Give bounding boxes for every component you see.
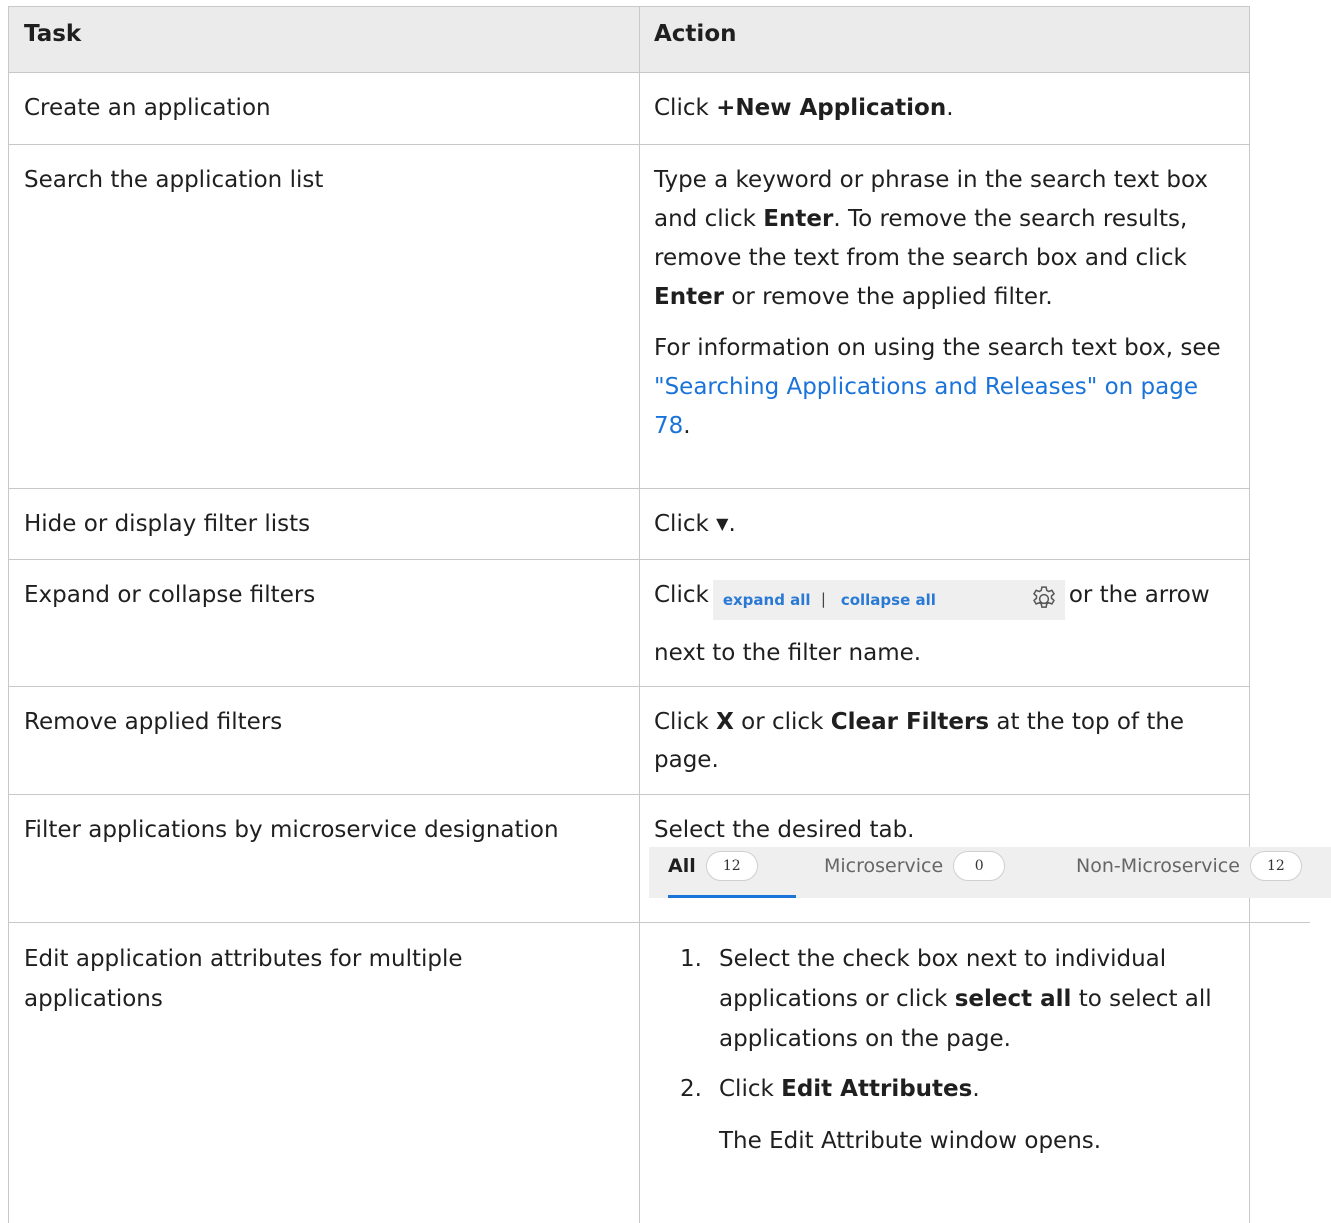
filter-icon: ▼	[716, 514, 729, 533]
action-cell: 1. Select the check box next to individua…	[664, 939, 1234, 1161]
list-item: 1. Select the check box next to individua…	[680, 946, 1212, 1052]
task-cell: Search the application list	[24, 167, 324, 193]
action-cell: Click ▼.	[654, 511, 736, 537]
table-row: Hide or display filter lists Click ▼.	[8, 489, 1250, 560]
task-cell: Expand or collapse filters	[24, 582, 316, 608]
count-badge: 12	[705, 851, 758, 881]
action-cell: Select the desired tab.	[654, 817, 915, 843]
action-cell: Click X or click Clear Filters at the to…	[654, 709, 1185, 773]
edit-steps-list: 1. Select the check box next to individua…	[664, 939, 1234, 1161]
header-task: Task	[24, 21, 82, 47]
search-info: For information on using the search text…	[654, 335, 1221, 439]
separator: |	[820, 590, 826, 608]
table-row: Remove applied filters Click X or click …	[8, 687, 1250, 795]
searching-applications-link[interactable]: "Searching Applications and Releases" on…	[654, 374, 1198, 439]
table-row: Expand or collapse filters Click expand a…	[8, 560, 1250, 687]
task-cell: Hide or display filter lists	[24, 511, 311, 537]
expand-all-link[interactable]: expand all	[723, 590, 811, 610]
microservice-tabs: All 12 Microservice 0 Non-Microservice 12	[649, 847, 1331, 898]
task-cell: Remove applied filters	[24, 709, 283, 735]
action-cell: Click +New Application.	[654, 95, 954, 121]
active-tab-indicator	[668, 895, 796, 898]
action-cell: Click expand all | collapse all or the arrow…	[654, 580, 1210, 666]
task-action-table: Task Action Create an application Click …	[8, 6, 1331, 1223]
action-cell: Type a keyword or phrase in the search t…	[654, 161, 1234, 446]
collapse-all-link[interactable]: collapse all	[841, 590, 936, 610]
table-row: Filter applications by microservice desi…	[8, 795, 1331, 923]
count-badge: 0	[953, 851, 1006, 881]
new-application-label: +New Application	[716, 95, 947, 121]
list-item: 2. Click Edit Attributes. The Edit Attrib…	[680, 1076, 1102, 1154]
count-badge: 12	[1249, 851, 1302, 881]
table-row: Edit application attributes for multiple…	[8, 923, 1250, 1223]
table-row: Create an application Click +New Applica…	[8, 73, 1250, 145]
table-header-row: Task Action	[8, 6, 1250, 73]
tab-all[interactable]: All 12	[668, 850, 758, 882]
tab-microservice[interactable]: Microservice 0	[824, 850, 1006, 882]
tab-non-microservice[interactable]: Non-Microservice 12	[1076, 850, 1302, 882]
task-cell: Edit application attributes for multiple…	[24, 946, 463, 1012]
table-row: Search the application list Type a keywo…	[8, 145, 1250, 489]
expand-collapse-bar: expand all | collapse all	[712, 580, 1065, 620]
task-cell: Filter applications by microservice desi…	[24, 817, 559, 843]
task-cell: Create an application	[24, 95, 271, 121]
search-instructions: Type a keyword or phrase in the search t…	[654, 167, 1208, 310]
header-action: Action	[654, 21, 737, 47]
gear-icon[interactable]	[1029, 584, 1059, 614]
